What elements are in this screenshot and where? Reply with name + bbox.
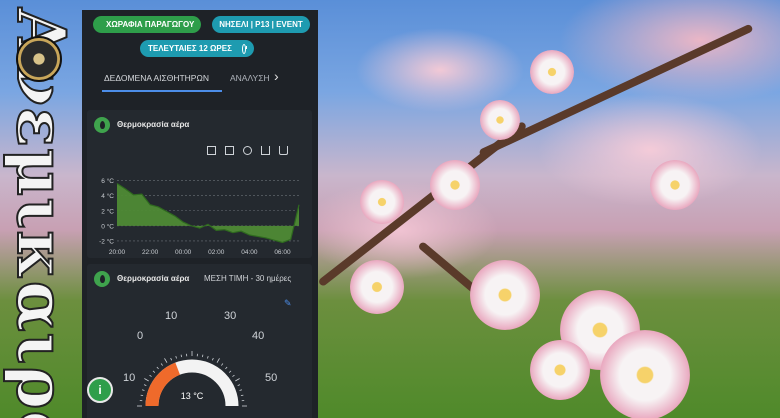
time-range-label: ΤΕΛΕΥΤΑΙΕΣ 12 ΩΡΕΣ (148, 44, 232, 53)
chevron-right-icon[interactable]: › (274, 68, 279, 84)
card-title: Θερμοκρασία αέρα (117, 274, 190, 283)
gauge-tick (211, 357, 214, 361)
blossom (530, 50, 574, 94)
zoom-reset-icon[interactable] (225, 146, 234, 155)
tab-sensor-data[interactable]: ΔΕΔΟΜΕΝΑ ΑΙΣΘΗΤΗΡΩΝ (104, 73, 209, 83)
gauge-tick (143, 384, 147, 387)
gauge-tick (149, 374, 152, 377)
station-selector-button[interactable]: ΝΗΣΕΛΙ | P13 | EVENT (212, 16, 310, 33)
blossom (600, 330, 690, 418)
blossom (470, 260, 540, 330)
blossom (530, 340, 590, 400)
y-tick-label: 0 °C (101, 222, 114, 230)
gauge-tick (216, 358, 220, 363)
field-selector-button[interactable]: ΧΩΡΑΦΙΑ ΠΑΡΑΓΩΓΟΥ (93, 16, 201, 33)
gauge-tick (221, 363, 224, 366)
blossom (360, 180, 404, 224)
time-range-button[interactable]: ΤΕΛΕΥΤΑΙΕΣ 12 ΩΡΕΣ (140, 40, 254, 57)
card-subtitle: ΜΕΣΗ ΤΙΜΗ - 30 ημέρες (204, 274, 292, 283)
dashboard-panel: ΧΩΡΑΦΙΑ ΠΑΡΑΓΩΓΟΥ ΝΗΣΕΛΙ | P13 | EVENT Τ… (82, 10, 318, 418)
x-tick-label: 02:00 (208, 249, 225, 256)
y-tick-label: 4 °C (101, 192, 114, 200)
gauge-tick (170, 357, 173, 361)
gauge-tick (225, 366, 228, 370)
gauge-scale-label: 50 (265, 372, 278, 384)
branch (478, 23, 754, 158)
gauge-tick (232, 374, 235, 377)
brand-logo: Ανεμικαιρος (0, 0, 80, 418)
gauge-tick (140, 394, 144, 396)
gauge-tick (235, 378, 240, 382)
temperature-gauge-card: Θερμοκρασία αέρα ΜΕΣΗ ΤΙΜΗ - 30 ημέρες ✎… (87, 264, 312, 418)
compass-icon (16, 36, 62, 82)
station-selector-label: ΝΗΣΕΛΙ | P13 | EVENT (219, 20, 303, 29)
alarm-clock-icon (241, 43, 248, 54)
gauge-tick (237, 384, 241, 387)
x-tick-label: 22:00 (142, 249, 159, 256)
gauge-tick (164, 358, 168, 363)
gauge-tick (180, 354, 182, 358)
tab-bar: ΔΕΔΟΜΕΝΑ ΑΙΣΘΗΤΗΡΩΝ ΑΝΑΛΥΣΗ › (82, 66, 318, 92)
active-tab-indicator (102, 90, 222, 92)
x-tick-label: 00:00 (175, 249, 192, 256)
gauge-scale-label: 30 (224, 310, 237, 322)
gauge-tick (144, 378, 149, 382)
temperature-chart-card: Θερμοκρασία αέρα 6 °C 4 °C 2 °C 0 °C -2 °C 20… (87, 110, 312, 258)
gauge-tick (156, 366, 159, 370)
y-tick-label: 2 °C (101, 207, 114, 215)
temperature-gauge: 0 10 30 40 50 10 13 °C (117, 310, 287, 418)
zoom-in-icon[interactable] (207, 146, 216, 155)
y-tick-label: -2 °C (99, 237, 114, 245)
x-tick-label: 04:00 (241, 249, 258, 256)
gauge-tick (207, 355, 209, 359)
gauge-tick (175, 355, 177, 359)
blossom (650, 160, 700, 210)
gauge-tick (240, 394, 244, 396)
wrench-icon[interactable]: ✎ (284, 298, 292, 309)
gauge-tick (202, 354, 204, 358)
field-selector-label: ΧΩΡΑΦΙΑ ΠΑΡΑΓΩΓΟΥ (106, 20, 195, 29)
y-tick-label: 6 °C (101, 177, 114, 185)
chart-toolbar (207, 146, 288, 155)
gauge-tick (160, 363, 163, 366)
info-button[interactable]: i (87, 377, 113, 403)
x-tick-label: 06:00 (274, 249, 291, 256)
temperature-chart: 6 °C 4 °C 2 °C 0 °C -2 °C 20:00 22:00 00:00 02:0… (99, 177, 300, 256)
gauge-scale-label: 10 (123, 372, 136, 384)
x-tick-label: 20:00 (109, 249, 126, 256)
gauge-dial (137, 351, 247, 407)
series-area (117, 183, 299, 243)
blossom (480, 100, 520, 140)
gauge-tick (141, 389, 145, 391)
blossom (430, 160, 480, 210)
pan-icon[interactable] (243, 146, 252, 155)
card-title: Θερμοκρασία αέρα (117, 120, 190, 129)
bar-chart-icon[interactable] (261, 146, 270, 155)
gauge-scale-label: 10 (165, 310, 178, 322)
tab-analysis[interactable]: ΑΝΑΛΥΣΗ (230, 73, 270, 83)
gauge-scale-label: 0 (137, 330, 144, 342)
leaf-icon (94, 271, 110, 287)
download-icon[interactable] (279, 146, 288, 155)
gauge-scale-label: 40 (252, 330, 265, 342)
blossom (350, 260, 404, 314)
gauge-value: 13 °C (180, 391, 204, 401)
gauge-tick (152, 370, 156, 373)
leaf-icon (94, 117, 110, 133)
gauge-tick (239, 389, 243, 391)
gauge-tick (228, 370, 232, 373)
